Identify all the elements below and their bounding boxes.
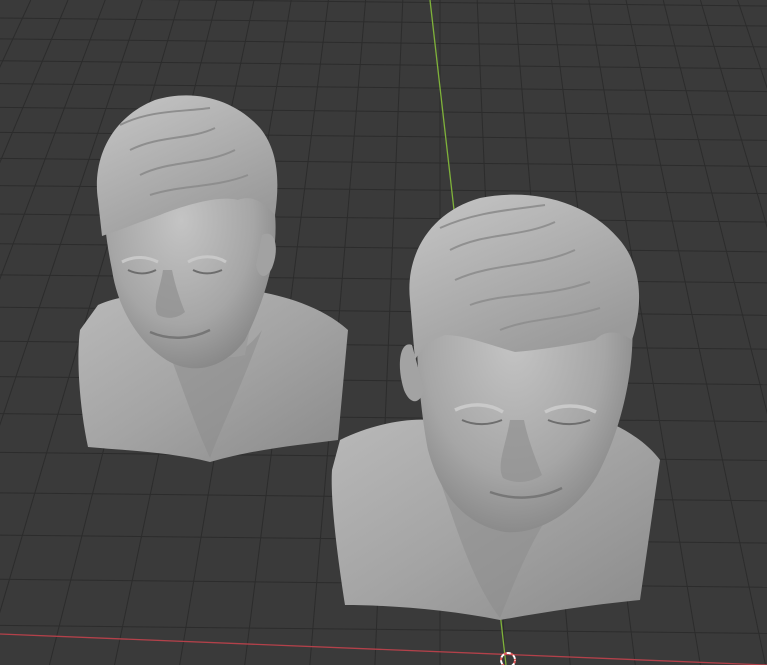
bust-left[interactable] [78, 95, 348, 462]
bust-right[interactable] [331, 194, 660, 620]
grid-line [662, 0, 767, 415]
grid-line [0, 60, 767, 70]
grid-line [0, 624, 767, 634]
3d-viewport[interactable] [0, 0, 767, 665]
grid-line [699, 0, 767, 229]
grid-line [737, 0, 767, 90]
grid-line [0, 106, 767, 116]
grid-line [0, 17, 767, 27]
grid-line [0, 83, 767, 93]
grid-line [625, 0, 766, 665]
grid-line [0, 0, 69, 164]
viewport-scene[interactable] [0, 0, 767, 665]
grid-line [143, 0, 767, 7]
grid-line [0, 38, 767, 48]
